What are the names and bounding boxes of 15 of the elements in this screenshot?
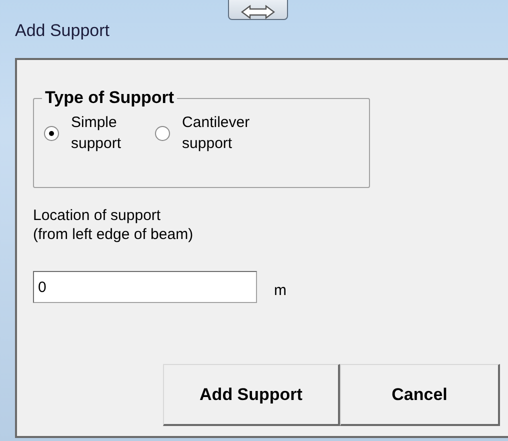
radio-button[interactable] bbox=[44, 126, 59, 140]
group-title: Type of Support bbox=[44, 88, 176, 108]
unit-label: m bbox=[274, 282, 286, 298]
radio-label: Simple support bbox=[71, 113, 122, 154]
radio-label: Cantilever support bbox=[182, 113, 250, 154]
cancel-button[interactable]: Cancel bbox=[340, 364, 500, 426]
radio-option[interactable]: Cantilever support bbox=[155, 112, 250, 154]
resize-button[interactable] bbox=[228, 0, 288, 20]
location-label: Location of support (from left edge of beam) bbox=[33, 206, 194, 244]
double-arrow-icon bbox=[240, 5, 276, 19]
add-support-button[interactable]: Add Support bbox=[163, 364, 340, 426]
radio-option[interactable]: Simple support bbox=[44, 112, 122, 154]
radio-button[interactable] bbox=[155, 126, 170, 140]
location-input[interactable]: 0 bbox=[33, 271, 257, 303]
window-title: Add Support bbox=[15, 21, 110, 41]
